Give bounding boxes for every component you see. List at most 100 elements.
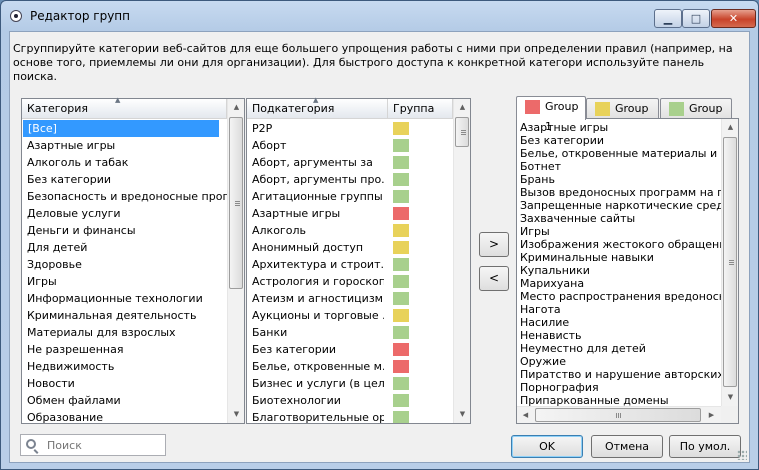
group-member-item[interactable]: Место распространения вредоносных п [517, 290, 721, 303]
resize-grip[interactable] [737, 450, 747, 460]
scroll-down-icon[interactable]: ▼ [454, 406, 471, 423]
group-member-item[interactable]: Криминальные навыки [517, 251, 721, 264]
subcategory-item[interactable]: Астрология и гороскопы [247, 273, 453, 290]
dialog-body: Сгруппируйте категории веб-сайтов для ещ… [9, 31, 750, 463]
subcategory-list-panel: ▲ Подкатегория Группа P2P Аборт Аборт, арг… [246, 96, 471, 424]
remove-from-group-button[interactable]: < [479, 266, 509, 291]
group-member-item[interactable]: Пиратство и нарушение авторских пра [517, 368, 721, 381]
subcategory-vertical-scrollbar[interactable]: ▲ ▼ [453, 99, 470, 423]
scroll-right-icon[interactable]: ▶ [703, 407, 720, 424]
subcategory-item[interactable]: Биотехнологии [247, 392, 453, 409]
category-item[interactable]: Криминальная деятельность [22, 307, 227, 324]
category-item[interactable]: [Все] [23, 120, 219, 137]
subcategory-item[interactable]: Банки [247, 324, 453, 341]
subcategory-item[interactable]: Архитектура и строит... [247, 256, 453, 273]
scroll-up-icon[interactable]: ▲ [228, 99, 245, 116]
subcategory-item[interactable]: Алкоголь [247, 222, 453, 239]
category-item[interactable]: Новости [22, 375, 227, 392]
tab-group-2[interactable]: Group 2 [586, 98, 659, 135]
subcategory-label: Банки [252, 326, 288, 339]
search-box[interactable] [20, 434, 166, 456]
category-item[interactable]: Деловые услуги [22, 205, 227, 222]
category-item[interactable]: Обмен файлами [22, 392, 227, 409]
scroll-down-icon[interactable]: ▼ [228, 406, 245, 423]
subcategory-item[interactable]: Азартные игры [247, 205, 453, 222]
group-member-item[interactable]: Ненависть [517, 329, 721, 342]
group-member-item[interactable]: Оружие [517, 355, 721, 368]
category-item[interactable]: Без категории [22, 171, 227, 188]
minimize-button[interactable]: ▁ [654, 9, 682, 28]
subcategory-item[interactable]: Аборт, аргументы про... [247, 171, 453, 188]
group-column-header[interactable]: Группа [388, 99, 453, 119]
scroll-corner [721, 406, 738, 423]
title-bar[interactable]: Редактор групп ▁ □ ✕ [1, 1, 758, 31]
group-member-item[interactable]: Брань [517, 173, 721, 186]
subcategory-label: Агитационные группы ... [252, 190, 384, 203]
group-member-item[interactable]: Захваченные сайты [517, 212, 721, 225]
subcategory-column-header[interactable]: ▲ Подкатегория [247, 96, 388, 119]
close-button[interactable]: ✕ [711, 9, 756, 28]
subcategory-item[interactable]: P2P [247, 120, 453, 137]
category-item[interactable]: Деньги и финансы [22, 222, 227, 239]
group-member-item[interactable]: Насилие [517, 316, 721, 329]
category-vertical-scrollbar[interactable]: ▲ ▼ [227, 99, 244, 423]
tab-group-3[interactable]: Group 3 [660, 98, 732, 135]
scroll-up-icon[interactable]: ▲ [722, 119, 739, 136]
subcategory-label: Белье, откровенные м... [252, 360, 384, 373]
group-member-item[interactable]: Купальники [517, 264, 721, 277]
cancel-button[interactable]: Отмена [591, 435, 663, 458]
ok-button[interactable]: OK [511, 435, 583, 458]
category-item[interactable]: Материалы для взрослых [22, 324, 227, 341]
group-member-item[interactable]: Порнография [517, 381, 721, 394]
category-item[interactable]: Безопасность и вредоносные прог... [22, 188, 227, 205]
subcategory-item[interactable]: Аборт [247, 137, 453, 154]
category-item[interactable]: Недвижимость [22, 358, 227, 375]
subcategory-item[interactable]: Без категории [247, 341, 453, 358]
group-member-item[interactable]: Белье, откровенные материалы и плак [517, 147, 721, 160]
group-member-item[interactable]: Неуместно для детей [517, 342, 721, 355]
category-item[interactable]: Образование [22, 409, 227, 423]
tab-group-1[interactable]: Group 1 [516, 96, 586, 133]
subcategory-item[interactable]: Аборт, аргументы за [247, 154, 453, 171]
scroll-thumb[interactable] [455, 117, 469, 147]
scroll-thumb[interactable] [535, 408, 701, 422]
group-vertical-scrollbar[interactable]: ▲ ▼ [721, 119, 738, 406]
category-column-header[interactable]: ▲ Категория [22, 96, 227, 119]
category-item[interactable]: Не разрешенная [22, 341, 227, 358]
category-item[interactable]: Алкоголь и табак [22, 154, 227, 171]
subcategory-item[interactable]: Атеизм и агностицизм [247, 290, 453, 307]
scroll-left-icon[interactable]: ◀ [517, 407, 534, 424]
group-member-item[interactable]: Нагота [517, 303, 721, 316]
group-color-indicator [393, 258, 409, 271]
search-input[interactable] [45, 437, 163, 453]
subcategory-item[interactable]: Аукционы и торговые ... [247, 307, 453, 324]
scroll-thumb[interactable] [229, 117, 243, 289]
group-member-item[interactable]: Припаркованные домены [517, 394, 721, 406]
category-item[interactable]: Информационные технологии [22, 290, 227, 307]
group-member-item[interactable]: Запрещенные наркотические средства [517, 199, 721, 212]
group-color-indicator [393, 156, 409, 169]
subcategory-item[interactable]: Белье, откровенные м... [247, 358, 453, 375]
category-item[interactable]: Игры [22, 273, 227, 290]
group-member-item[interactable]: Вызов вредоносных программ на главн [517, 186, 721, 199]
group-member-item[interactable]: Ботнет [517, 160, 721, 173]
subcategory-label: Атеизм и агностицизм [252, 292, 383, 305]
category-item[interactable]: Для детей [22, 239, 227, 256]
subcategory-item[interactable]: Благотворительные ор... [247, 409, 453, 423]
group-member-panel: Азартные игры Без категории Белье, открове… [516, 118, 739, 424]
scroll-up-icon[interactable]: ▲ [454, 99, 471, 116]
restore-defaults-button[interactable]: По умол. [669, 435, 741, 458]
group-member-item[interactable]: Изображения жестокого обращения с д [517, 238, 721, 251]
group-member-item[interactable]: Марихуана [517, 277, 721, 290]
category-item[interactable]: Азартные игры [22, 137, 227, 154]
group-horizontal-scrollbar[interactable]: ◀ ▶ [517, 406, 721, 423]
category-item[interactable]: Здоровье [22, 256, 227, 273]
scroll-down-icon[interactable]: ▼ [722, 389, 739, 406]
subcategory-item[interactable]: Бизнес и услуги (в целом) [247, 375, 453, 392]
subcategory-item[interactable]: Агитационные группы ... [247, 188, 453, 205]
maximize-button[interactable]: □ [682, 9, 710, 28]
add-to-group-button[interactable]: > [479, 232, 509, 257]
group-member-item[interactable]: Игры [517, 225, 721, 238]
subcategory-item[interactable]: Анонимный доступ [247, 239, 453, 256]
scroll-thumb[interactable] [723, 137, 737, 387]
